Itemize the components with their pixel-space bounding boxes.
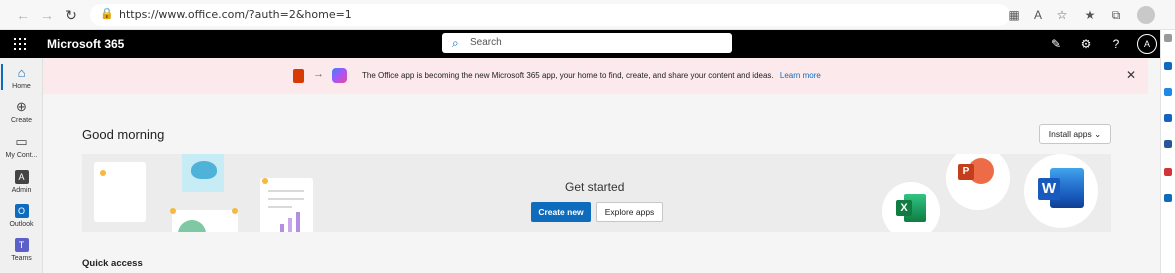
nav-item-admin[interactable]: A Admin bbox=[0, 166, 43, 200]
learn-more-link[interactable]: Learn more bbox=[780, 71, 821, 80]
left-navigation: ⌂ Home ⊕ Create ▭ My Cont... A Admin O O… bbox=[0, 58, 43, 273]
sidebar-outlook-icon[interactable] bbox=[1164, 194, 1172, 202]
help-icon[interactable]: ? bbox=[1108, 36, 1124, 52]
admin-icon: A bbox=[14, 170, 29, 184]
search-icon: ⌕ bbox=[452, 36, 459, 50]
sidebar-search-icon[interactable] bbox=[1164, 34, 1172, 42]
announcement-banner: → The Office app is becoming the new Mic… bbox=[43, 58, 1148, 94]
chevron-down-icon: ⌄ bbox=[1094, 129, 1102, 139]
home-icon: ⌂ bbox=[17, 65, 26, 80]
folder-icon: ▭ bbox=[15, 134, 28, 149]
excel-icon: X bbox=[882, 182, 940, 232]
nav-item-create[interactable]: ⊕ Create bbox=[0, 96, 43, 130]
url-text: https://www.office.com/?auth=2&home=1 bbox=[119, 8, 352, 21]
suite-header: Microsoft 365 ⌕ Search ✎ ⚙ ? A bbox=[0, 30, 1160, 58]
create-new-button[interactable]: Create new bbox=[531, 202, 591, 222]
nav-item-label: Outlook bbox=[9, 221, 34, 228]
powerpoint-icon: P bbox=[946, 154, 1010, 210]
nav-item-label: Home bbox=[12, 83, 31, 90]
favorites-icon[interactable]: ★ bbox=[1082, 7, 1098, 23]
nav-item-label: Admin bbox=[11, 187, 32, 194]
banner-message: The Office app is becoming the new Micro… bbox=[362, 71, 821, 80]
lock-icon: 🔒 bbox=[100, 8, 114, 20]
app-title[interactable]: Microsoft 365 bbox=[47, 37, 124, 51]
quick-access-heading: Quick access bbox=[82, 258, 143, 269]
sidebar-shopping-icon[interactable] bbox=[1164, 114, 1172, 122]
collections-icon[interactable]: ⧉ bbox=[1108, 7, 1124, 23]
sidebar-bing-icon[interactable] bbox=[1164, 62, 1172, 70]
app-launcher-icon[interactable] bbox=[14, 38, 26, 50]
search-placeholder: Search bbox=[470, 37, 502, 48]
hero-title: Get started bbox=[565, 180, 625, 194]
browser-sidebar bbox=[1160, 30, 1175, 273]
install-apps-label: Install apps bbox=[1048, 129, 1092, 139]
my-day-icon[interactable]: ✎ bbox=[1048, 36, 1064, 52]
teams-icon: T bbox=[14, 238, 29, 252]
chart-illustration bbox=[172, 210, 238, 232]
arrow-right-icon: → bbox=[313, 68, 324, 80]
office-logo-icon bbox=[293, 69, 304, 83]
forward-icon[interactable]: → bbox=[38, 6, 56, 24]
microsoft-365-logo-icon bbox=[332, 68, 347, 83]
reload-icon[interactable]: ↻ bbox=[62, 6, 80, 24]
banner-text: The Office app is becoming the new Micro… bbox=[362, 71, 774, 80]
avatar[interactable]: A bbox=[1137, 34, 1157, 54]
close-icon[interactable]: ✕ bbox=[1126, 68, 1136, 82]
page-title: Good morning bbox=[82, 127, 165, 142]
sidebar-tools-icon[interactable] bbox=[1164, 88, 1172, 96]
report-illustration bbox=[260, 178, 313, 232]
browser-toolbar: ← → ↻ 🔒 https://www.office.com/?auth=2&h… bbox=[0, 0, 1175, 30]
nav-item-outlook[interactable]: O Outlook bbox=[0, 200, 43, 234]
address-bar[interactable]: 🔒 https://www.office.com/?auth=2&home=1 bbox=[90, 4, 1010, 26]
browser-profile-icon[interactable] bbox=[1137, 6, 1155, 24]
word-icon: W bbox=[1024, 154, 1098, 228]
plus-circle-icon: ⊕ bbox=[16, 99, 27, 114]
decorative-dot bbox=[170, 208, 176, 214]
decorative-dot bbox=[232, 208, 238, 214]
search-input[interactable]: ⌕ Search bbox=[442, 33, 732, 53]
nav-item-label: Create bbox=[10, 117, 32, 124]
favorite-star-icon[interactable]: ☆ bbox=[1054, 7, 1070, 23]
nav-item-label: My Cont... bbox=[5, 152, 38, 159]
nav-item-label: Teams bbox=[11, 255, 32, 262]
nav-item-home[interactable]: ⌂ Home bbox=[0, 62, 43, 96]
explore-apps-button[interactable]: Explore apps bbox=[596, 202, 663, 222]
outlook-icon: O bbox=[14, 204, 29, 218]
sidebar-office-icon[interactable] bbox=[1164, 168, 1172, 176]
decorative-dot bbox=[262, 178, 268, 184]
apps-grid-icon[interactable]: ▦ bbox=[1006, 7, 1022, 23]
sidebar-people-icon[interactable] bbox=[1164, 140, 1172, 148]
settings-gear-icon[interactable]: ⚙ bbox=[1078, 36, 1094, 52]
read-aloud-icon[interactable]: A bbox=[1030, 7, 1046, 23]
get-started-hero: Get started Create new Explore apps P W … bbox=[82, 154, 1111, 232]
install-apps-button[interactable]: Install apps ⌄ bbox=[1039, 124, 1111, 144]
bird-illustration bbox=[182, 154, 224, 192]
decorative-dot bbox=[100, 170, 106, 176]
back-icon[interactable]: ← bbox=[14, 6, 32, 24]
nav-item-my-content[interactable]: ▭ My Cont... bbox=[0, 131, 43, 165]
nav-item-teams[interactable]: T Teams bbox=[0, 234, 43, 268]
